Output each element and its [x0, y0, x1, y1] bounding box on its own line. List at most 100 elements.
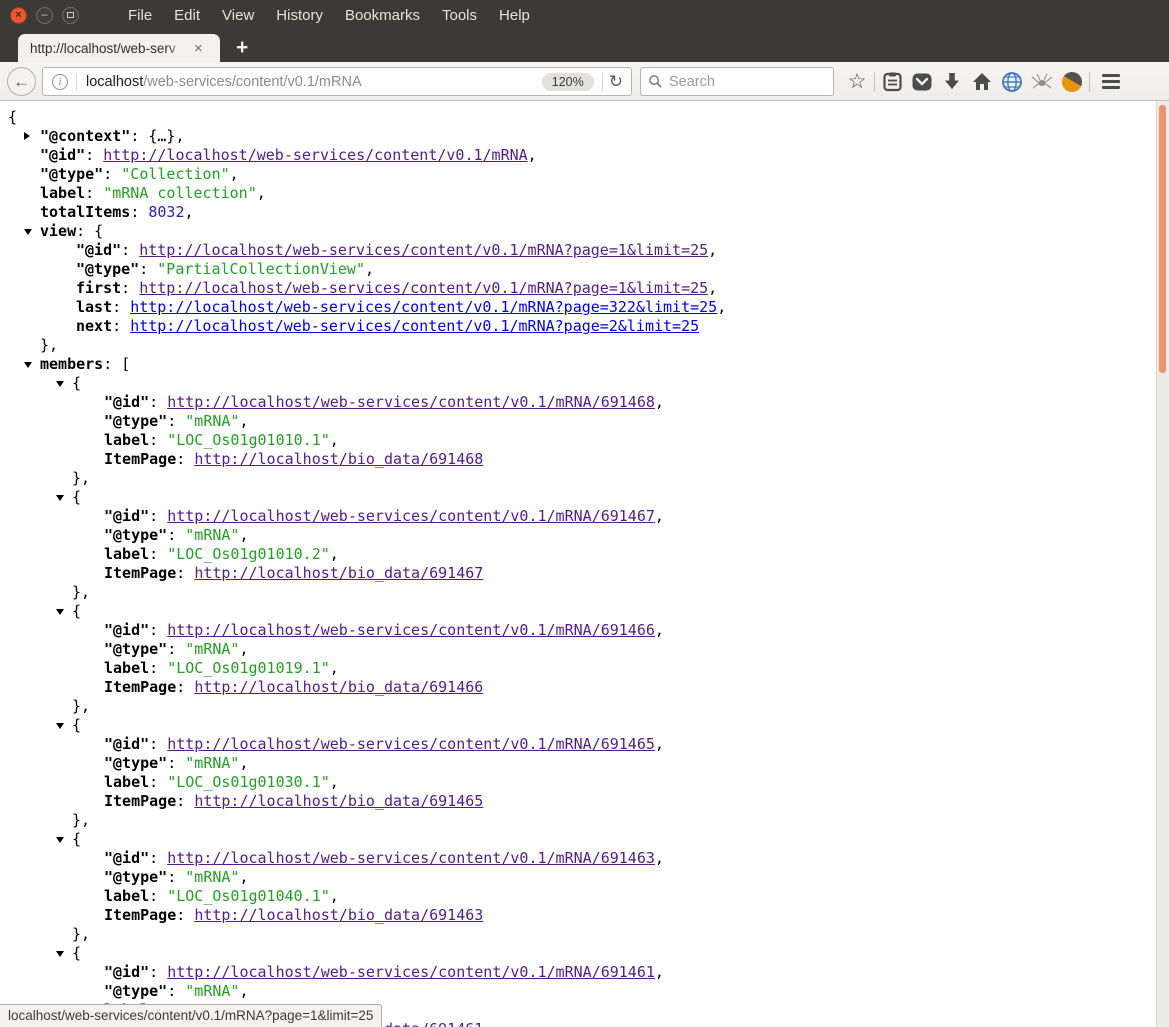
json-key: "@type" [40, 165, 103, 183]
back-button[interactable]: ← [7, 67, 36, 96]
json-key: ItemPage [104, 906, 176, 924]
json-line: { [0, 108, 1169, 127]
json-link[interactable]: http://localhost/web-services/content/v0… [167, 849, 655, 867]
window-controls: × – [10, 7, 79, 24]
json-string-value: "mRNA" [185, 412, 239, 430]
link-preview-statusbar: localhost/web-services/content/v0.1/mRNA… [0, 1004, 382, 1027]
new-tab-button[interactable]: + [236, 38, 248, 58]
json-link[interactable]: http://localhost/bio_data/691466 [194, 678, 483, 696]
json-link[interactable]: http://localhost/web-services/content/v0… [130, 317, 699, 335]
tab-close-icon[interactable]: × [194, 41, 203, 56]
json-link[interactable]: http://localhost/web-services/content/v0… [167, 963, 655, 981]
json-comma: , [239, 754, 248, 772]
json-link[interactable]: http://localhost/bio_data/691468 [194, 450, 483, 468]
menu-edit[interactable]: Edit [163, 7, 211, 24]
json-line: label: "LOC_Os01g01019.1", [0, 659, 1169, 678]
json-line: "@type": "mRNA", [0, 868, 1169, 887]
json-line: ItemPage: http://localhost/bio_data/6914… [0, 450, 1169, 469]
json-link[interactable]: http://localhost/bio_data/691463 [194, 906, 483, 924]
json-link[interactable]: http://localhost/web-services/content/v0… [167, 735, 655, 753]
json-link[interactable]: http://localhost/bio_data/691467 [194, 564, 483, 582]
json-line: members: [ [0, 355, 1169, 374]
json-comma: , [365, 260, 374, 278]
menu-bookmarks[interactable]: Bookmarks [334, 7, 431, 24]
collapse-toggle-icon[interactable] [56, 381, 64, 387]
json-open-brace: : { [76, 222, 103, 240]
menu-view[interactable]: View [211, 7, 265, 24]
zoom-level-badge[interactable]: 120% [542, 73, 594, 91]
menu-bar: FileEditViewHistoryBookmarksToolsHelp [117, 7, 541, 24]
json-line: ItemPage: http://localhost/bio_data/6914… [0, 678, 1169, 697]
json-colon: : [149, 621, 167, 639]
menu-tools[interactable]: Tools [431, 7, 488, 24]
json-key: next [76, 317, 112, 335]
urlbar-divider-2 [602, 73, 603, 91]
collapse-toggle-icon[interactable] [56, 723, 64, 729]
menu-help[interactable]: Help [488, 7, 541, 24]
url-text[interactable]: localhost/web-services/content/v0.1/mRNA [86, 74, 542, 90]
json-link[interactable]: http://localhost/web-services/content/v0… [167, 393, 655, 411]
json-comma: , [655, 393, 664, 411]
json-line: "@id": http://localhost/web-services/con… [0, 621, 1169, 640]
json-link[interactable]: http://localhost/web-services/content/v0… [139, 241, 708, 259]
page-info-icon[interactable]: i [52, 74, 68, 90]
home-button[interactable] [967, 67, 997, 96]
json-line: { [0, 830, 1169, 849]
json-link[interactable]: http://localhost/web-services/content/v0… [139, 279, 708, 297]
json-colon: : [103, 165, 121, 183]
menu-button[interactable] [1092, 67, 1130, 96]
menu-history[interactable]: History [265, 7, 334, 24]
json-line: "@type": "mRNA", [0, 982, 1169, 1001]
json-string-value: "LOC_Os01g01010.2" [167, 545, 330, 563]
collapse-toggle-icon[interactable] [56, 609, 64, 615]
collapse-toggle-icon[interactable] [24, 362, 32, 368]
json-link[interactable]: http://localhost/web-services/content/v0… [130, 298, 717, 316]
expand-toggle-icon[interactable] [24, 132, 30, 140]
json-key: "@type" [104, 754, 167, 772]
bookmark-star-button[interactable]: ☆ [842, 67, 872, 96]
json-comma: , [239, 412, 248, 430]
json-comma: , [330, 545, 339, 563]
scrollbar-thumb[interactable] [1159, 105, 1166, 373]
pocket-button[interactable] [907, 67, 937, 96]
json-link[interactable]: http://localhost/bio_data/691465 [194, 792, 483, 810]
json-comma: , [239, 640, 248, 658]
json-key: totalItems [40, 203, 130, 221]
window-minimize-icon[interactable]: – [36, 7, 53, 24]
json-string-value: "LOC_Os01g01040.1" [167, 887, 330, 905]
url-host: localhost [86, 74, 143, 90]
json-key: "@context" [40, 127, 130, 145]
json-close-brace: }, [40, 336, 58, 354]
json-close-brace: }, [72, 583, 90, 601]
window-close-icon[interactable]: × [10, 7, 27, 24]
json-close-brace: }, [72, 697, 90, 715]
json-comma: , [655, 735, 664, 753]
scrollbar-track[interactable] [1156, 101, 1169, 1027]
json-open-brace: { [72, 602, 81, 620]
json-line: "@type": "mRNA", [0, 754, 1169, 773]
urlbar-divider [76, 73, 77, 91]
json-line: { [0, 602, 1169, 621]
extension-lightbeam-button[interactable] [1057, 67, 1087, 96]
toolbar-buttons: ☆ [842, 67, 1130, 96]
url-bar[interactable]: i localhost/web-services/content/v0.1/mR… [42, 67, 632, 96]
json-colon: : [176, 792, 194, 810]
collapse-toggle-icon[interactable] [24, 229, 32, 235]
downloads-button[interactable] [937, 67, 967, 96]
json-link[interactable]: http://localhost/web-services/content/v0… [167, 621, 655, 639]
json-link[interactable]: http://localhost/web-services/content/v0… [103, 146, 527, 164]
extension-globe-button[interactable] [997, 67, 1027, 96]
reload-icon[interactable]: ↻ [609, 72, 623, 92]
json-colon: : [149, 735, 167, 753]
json-line: ItemPage: http://localhost/bio_data/6914… [0, 906, 1169, 925]
menu-file[interactable]: File [117, 7, 163, 24]
collapse-toggle-icon[interactable] [56, 951, 64, 957]
browser-tab[interactable]: http://localhost/web-serv × [18, 34, 220, 62]
bookmarks-menu-button[interactable] [877, 67, 907, 96]
window-maximize-icon[interactable] [62, 7, 79, 24]
json-link[interactable]: http://localhost/web-services/content/v0… [167, 507, 655, 525]
collapse-toggle-icon[interactable] [56, 495, 64, 501]
search-input[interactable]: Search [640, 67, 834, 96]
extension-spider-button[interactable] [1027, 67, 1057, 96]
collapse-toggle-icon[interactable] [56, 837, 64, 843]
